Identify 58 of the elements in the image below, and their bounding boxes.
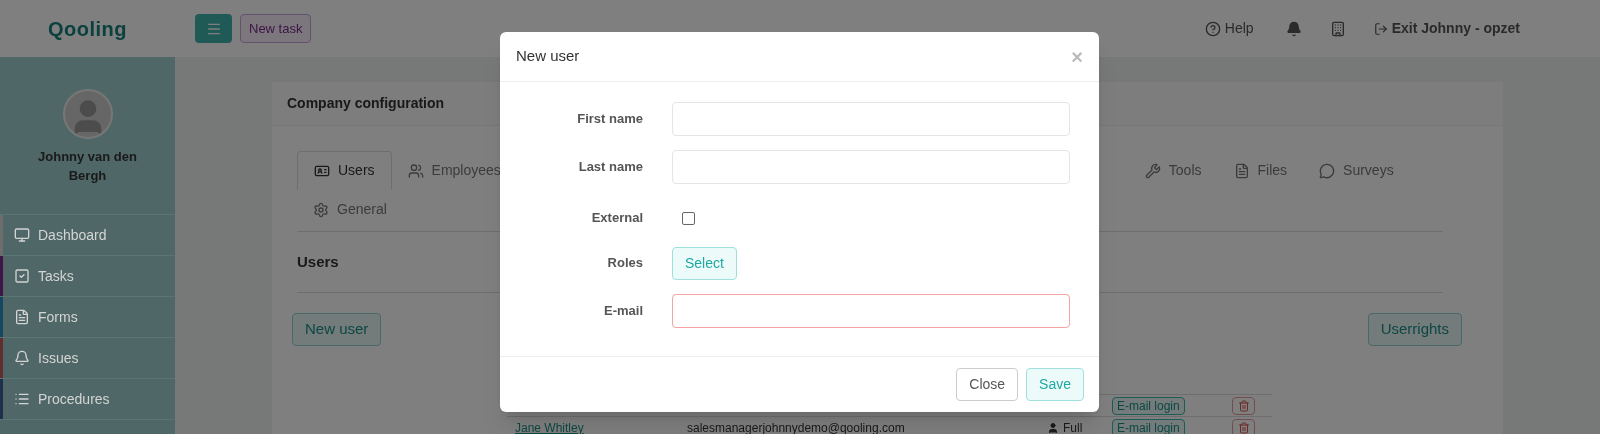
help-link[interactable]: Help bbox=[1204, 18, 1254, 39]
speech-bubble-icon bbox=[1319, 162, 1336, 179]
sidebar-item[interactable]: Forms bbox=[0, 297, 175, 338]
sidebar-item[interactable]: Procedures bbox=[0, 379, 175, 420]
tab[interactable]: General bbox=[297, 190, 403, 229]
avatar-icon bbox=[62, 89, 113, 139]
delete-button[interactable] bbox=[1232, 418, 1255, 434]
document-icon bbox=[1233, 162, 1250, 179]
section-title: Users bbox=[297, 251, 339, 272]
card-title: Company configuration bbox=[287, 94, 445, 113]
menu-button[interactable] bbox=[195, 14, 232, 43]
person-icon bbox=[1047, 421, 1059, 434]
field-label: Roles bbox=[606, 254, 643, 273]
modal-title: New user bbox=[516, 46, 580, 67]
select-button[interactable]: Select bbox=[672, 246, 737, 280]
building-icon[interactable] bbox=[1329, 20, 1346, 37]
wrench-icon bbox=[1144, 162, 1161, 179]
tab[interactable]: Surveys bbox=[1303, 151, 1410, 190]
new-task-button[interactable]: New task bbox=[240, 14, 312, 43]
tab[interactable]: Users bbox=[297, 151, 392, 190]
monitor-icon bbox=[14, 227, 30, 243]
new-user-button[interactable]: New user bbox=[292, 313, 382, 346]
user-name-link[interactable]: Jane Whitley bbox=[515, 420, 584, 434]
bell-icon[interactable] bbox=[1285, 20, 1302, 37]
login-tag: E-mail login bbox=[1112, 418, 1185, 434]
user-name: Johnny van den Bergh bbox=[37, 148, 138, 185]
login-tag: E-mail login bbox=[1112, 396, 1185, 415]
field-label: External bbox=[590, 209, 643, 228]
save-button[interactable]: Save bbox=[1026, 368, 1084, 401]
exit-link[interactable]: Exit Johnny - opzet bbox=[1373, 18, 1520, 39]
document-icon bbox=[14, 309, 30, 325]
tab[interactable]: Tools bbox=[1128, 151, 1218, 190]
email-text: salesmanagerjohnnydemo@qooling.com bbox=[687, 420, 905, 434]
trash-icon bbox=[1237, 399, 1250, 412]
userrights-button[interactable]: Userrights bbox=[1367, 313, 1462, 346]
tab[interactable]: Files bbox=[1217, 151, 1304, 190]
checkbox[interactable] bbox=[682, 211, 695, 225]
text-field[interactable] bbox=[672, 294, 1070, 328]
close-button[interactable]: Close bbox=[956, 368, 1019, 401]
trash-icon bbox=[1237, 421, 1250, 434]
sidebar-item[interactable]: Issues bbox=[0, 338, 175, 379]
rights-text: Full bbox=[1063, 419, 1083, 434]
list-icon bbox=[14, 391, 30, 407]
sidebar-item[interactable]: Dashboard bbox=[0, 215, 175, 256]
bell-icon bbox=[14, 350, 30, 366]
people-icon bbox=[407, 162, 424, 179]
field-label: First name bbox=[576, 110, 643, 129]
settings-icon bbox=[313, 201, 329, 218]
delete-button[interactable] bbox=[1232, 396, 1255, 415]
field-label: E-mail bbox=[603, 302, 643, 321]
help-icon bbox=[1204, 20, 1221, 37]
sidebar-item[interactable]: Tasks bbox=[0, 256, 175, 297]
close-button[interactable]: × bbox=[1071, 46, 1083, 67]
logo: Qooling bbox=[47, 16, 127, 42]
checkbox-icon bbox=[14, 268, 30, 284]
tab[interactable]: Employees bbox=[391, 151, 517, 190]
exit-icon bbox=[1373, 21, 1388, 36]
field-label: Last name bbox=[577, 158, 643, 177]
